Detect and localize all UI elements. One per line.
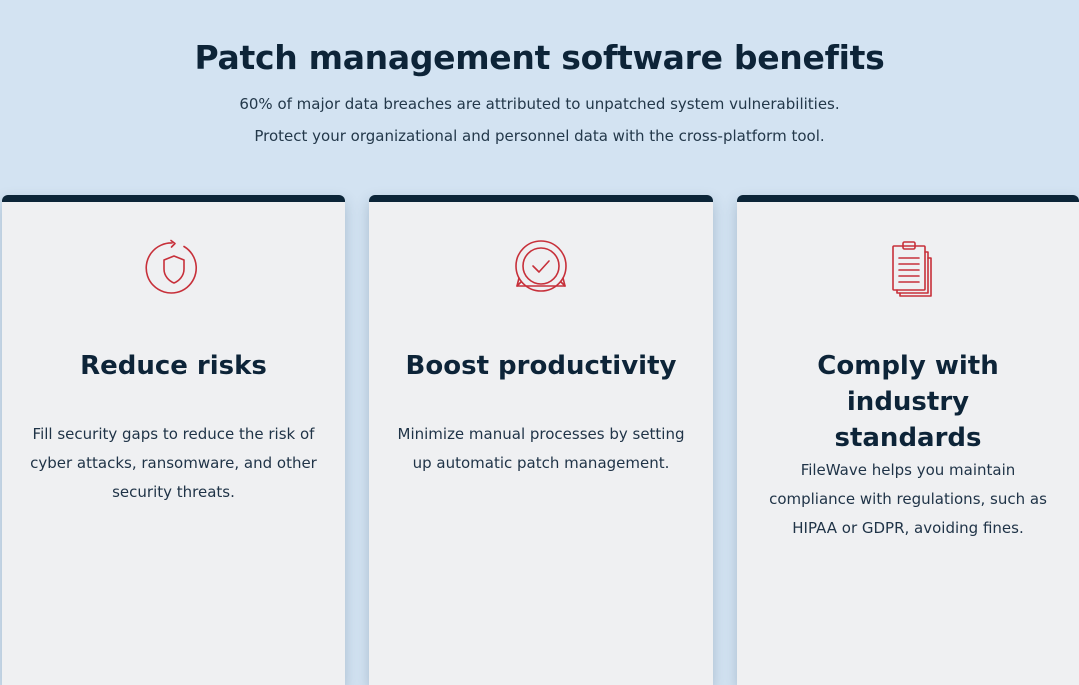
card-title: Boost productivity: [405, 351, 677, 381]
benefit-card-boost-productivity: Boost productivity Minimize manual proce…: [369, 195, 713, 685]
card-description: Minimize manual processes by setting up …: [397, 425, 685, 472]
section-title: Patch management software benefits: [194, 38, 885, 77]
card-title: Comply with industry standards: [817, 351, 999, 453]
section-subtitle-line-2: Protect your organizational and personne…: [254, 127, 825, 145]
badge-check-icon: [511, 238, 571, 298]
card-description: FileWave helps you maintain compliance w…: [769, 461, 1047, 537]
benefit-card-comply-standards: Comply with industry standards FileWave …: [737, 195, 1079, 685]
card-description: Fill security gaps to reduce the risk of…: [30, 425, 317, 501]
clipboard-list-icon: [878, 238, 938, 298]
benefit-card-reduce-risks: Reduce risks Fill security gaps to reduc…: [2, 195, 345, 685]
section-subtitle-line-1: 60% of major data breaches are attribute…: [239, 95, 840, 113]
shield-refresh-icon: [144, 238, 204, 298]
card-title: Reduce risks: [80, 351, 267, 381]
